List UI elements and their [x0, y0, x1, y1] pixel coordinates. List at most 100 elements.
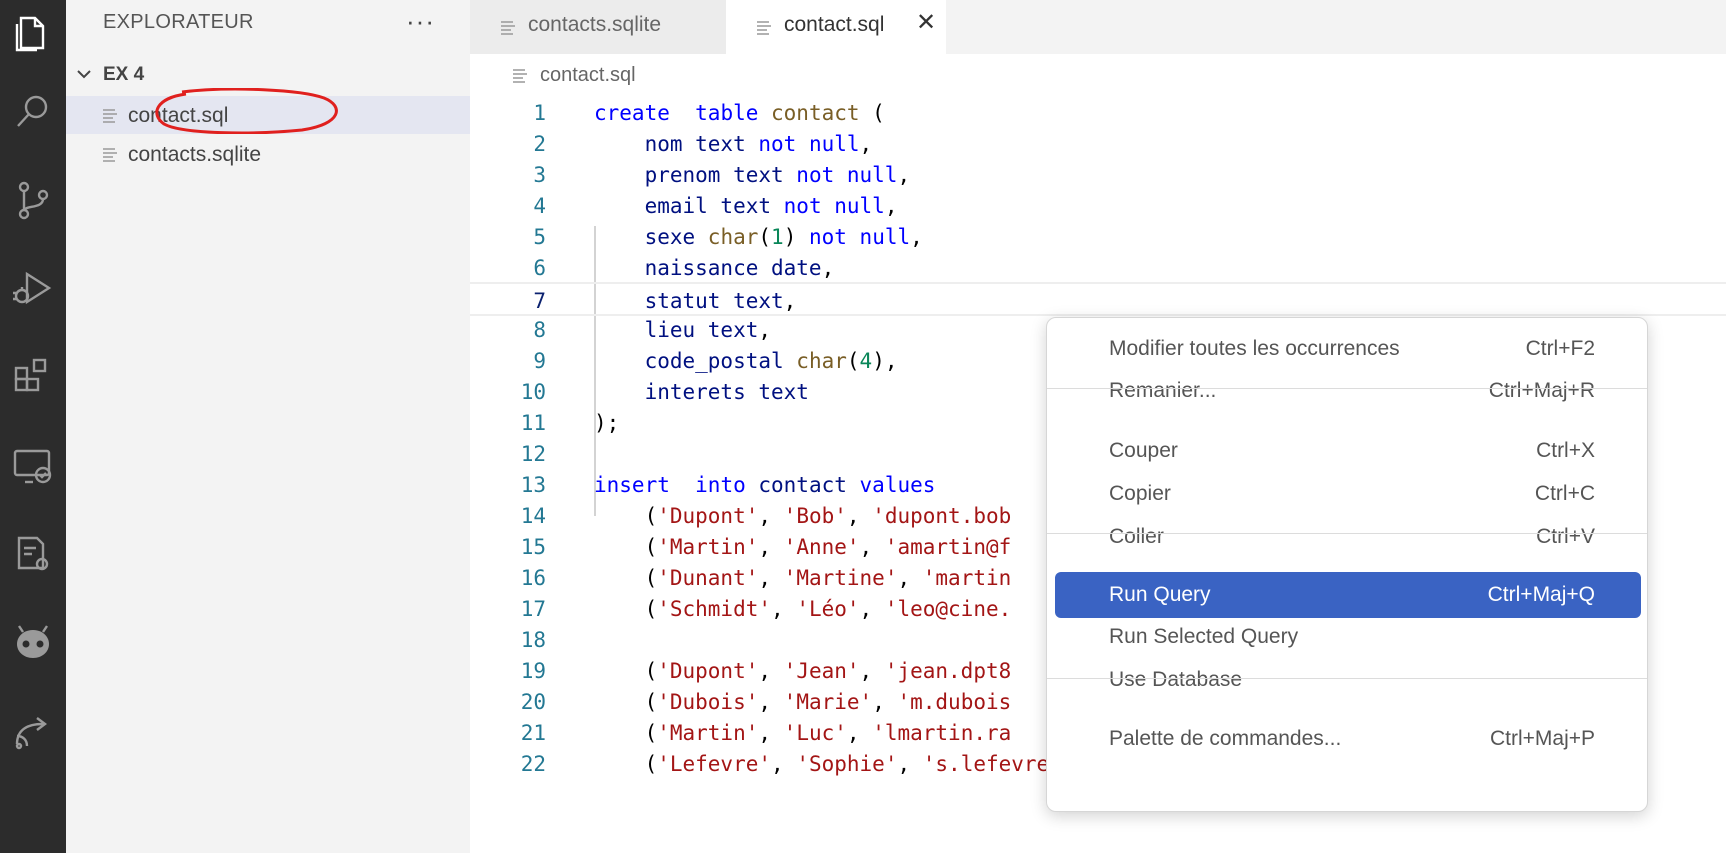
- code-token: (: [859, 101, 885, 125]
- explorer-files-icon[interactable]: [0, 2, 66, 62]
- menu-item-palette-de-commandes[interactable]: Palette de commandes... Ctrl+Maj+P: [1055, 716, 1641, 762]
- menu-item-remanier[interactable]: Remanier... Ctrl+Maj+R: [1055, 368, 1641, 414]
- code-line[interactable]: 5 sexe char(1) not null,: [470, 220, 1726, 254]
- code-token: 'Dupont': [657, 504, 759, 528]
- line-number: 12: [520, 442, 546, 466]
- code-text: code_postal char(4),: [594, 344, 898, 378]
- code-token: code_postal: [594, 349, 797, 373]
- code-token: ,: [758, 504, 784, 528]
- menu-item-label: Run Selected Query: [1109, 625, 1299, 648]
- code-token: ,: [910, 225, 923, 249]
- line-number: 9: [533, 349, 546, 373]
- code-line[interactable]: 7 statut text,: [470, 282, 1726, 316]
- remote-explorer-icon[interactable]: [0, 436, 66, 496]
- search-icon[interactable]: [0, 82, 66, 142]
- chevron-down-icon: [77, 70, 91, 79]
- menu-separator: [1047, 533, 1647, 534]
- menu-item-copier[interactable]: Copier Ctrl+C: [1055, 471, 1641, 517]
- tab-contacts-sqlite[interactable]: contacts.sqlite: [470, 0, 726, 54]
- close-icon[interactable]: ✕: [916, 11, 936, 35]
- line-number: 8: [533, 318, 546, 342]
- code-line[interactable]: 3 prenom text not null,: [470, 158, 1726, 192]
- code-text: insert into contact values: [594, 468, 935, 502]
- file-lines-icon: [103, 109, 117, 123]
- activity-bar: [0, 0, 66, 853]
- code-token: not null: [783, 194, 885, 218]
- menu-item-shortcut: Ctrl+Maj+R: [1488, 379, 1595, 402]
- line-number: 16: [520, 566, 546, 590]
- code-token: 'amartin@f: [884, 535, 1012, 559]
- database-settings-icon[interactable]: [0, 524, 66, 584]
- code-token: 'Bob': [783, 504, 847, 528]
- menu-item-label: Couper: [1109, 439, 1178, 462]
- code-text: prenom text not null,: [594, 158, 911, 192]
- code-token: (: [594, 504, 658, 528]
- code-text: lieu text,: [594, 313, 771, 347]
- code-token: ,: [897, 566, 923, 590]
- code-token: 'Dubois': [657, 690, 759, 714]
- menu-item-run-query[interactable]: Run Query Ctrl+Maj+Q: [1055, 572, 1641, 618]
- line-number: 3: [533, 163, 546, 187]
- menu-item-run-selected-query[interactable]: Run Selected Query: [1055, 614, 1641, 660]
- code-token: 'martin: [922, 566, 1012, 590]
- code-token: 'dupont.bob: [872, 504, 1012, 528]
- code-line[interactable]: 4 email text not null,: [470, 189, 1726, 223]
- context-menu: Modifier toutes les occurrences Ctrl+F2 Re…: [1046, 317, 1648, 812]
- code-token: prenom text: [594, 163, 797, 187]
- menu-item-couper[interactable]: Couper Ctrl+X: [1055, 428, 1641, 474]
- code-token: ,: [884, 194, 898, 218]
- code-token: 'Marie': [783, 690, 873, 714]
- platformio-alien-icon[interactable]: [0, 614, 66, 674]
- folder-ex4[interactable]: EX 4: [66, 58, 470, 90]
- code-token: 'leo@cine.: [884, 597, 1012, 621]
- code-token: 'Martine': [783, 566, 898, 590]
- line-number: 6: [533, 256, 546, 280]
- code-token: naissance date: [594, 256, 822, 280]
- source-control-icon[interactable]: [0, 170, 66, 230]
- code-token: (: [594, 597, 658, 621]
- code-token: ),: [872, 349, 898, 373]
- code-token: (: [594, 566, 658, 590]
- code-token: 'Dunant': [657, 566, 759, 590]
- code-token: ,: [859, 597, 885, 621]
- code-token: 'Lefevre': [657, 752, 772, 776]
- code-text: interets text: [594, 375, 809, 409]
- menu-item-label: Modifier toutes les occurrences: [1109, 337, 1400, 360]
- code-line[interactable]: 2 nom text not null,: [470, 127, 1726, 161]
- code-token: not null: [808, 225, 911, 249]
- line-number: 10: [520, 380, 546, 404]
- code-token: ,: [846, 721, 873, 745]
- menu-item-label: Remanier...: [1109, 379, 1217, 402]
- code-token: contact: [745, 473, 860, 497]
- code-token: ,: [758, 318, 772, 342]
- code-token: nom text: [594, 132, 759, 156]
- menu-item-use-database[interactable]: Use Database: [1055, 657, 1641, 703]
- code-token: 'Dupont': [657, 659, 759, 683]
- code-token: ,: [897, 163, 911, 187]
- code-token: 'lmartin.ra: [872, 721, 1012, 745]
- code-token: interets text: [594, 380, 809, 404]
- breadcrumb-file[interactable]: contact.sql: [540, 64, 636, 87]
- file-item-contact-sql[interactable]: contact.sql: [66, 96, 470, 134]
- menu-item-shortcut: Ctrl+F2: [1525, 337, 1595, 360]
- code-token: ,: [859, 659, 885, 683]
- menu-item-modifier-toutes-les-occurrences[interactable]: Modifier toutes les occurrences Ctrl+F2: [1055, 326, 1641, 372]
- code-token: ,: [758, 566, 784, 590]
- code-text: sexe char(1) not null,: [594, 220, 923, 254]
- file-label: contacts.sqlite: [128, 143, 262, 166]
- code-token: 'Luc': [783, 721, 847, 745]
- line-number: 20: [520, 690, 546, 714]
- code-line[interactable]: 1 create table contact (: [470, 96, 1726, 130]
- extensions-icon[interactable]: [0, 346, 66, 406]
- run-debug-icon[interactable]: [0, 258, 66, 318]
- file-item-contacts-sqlite[interactable]: contacts.sqlite: [66, 135, 470, 173]
- remote-share-icon[interactable]: [0, 702, 66, 762]
- line-number: 4: [533, 194, 546, 218]
- menu-item-coller[interactable]: Coller Ctrl+V: [1055, 514, 1641, 560]
- code-token: (: [846, 349, 860, 373]
- line-number: 11: [520, 411, 546, 435]
- code-line[interactable]: 6 naissance date,: [470, 251, 1726, 285]
- tab-contact-sql[interactable]: contact.sql ✕: [726, 0, 946, 54]
- more-actions-icon[interactable]: ···: [406, 6, 435, 37]
- code-token: sexe: [594, 225, 708, 249]
